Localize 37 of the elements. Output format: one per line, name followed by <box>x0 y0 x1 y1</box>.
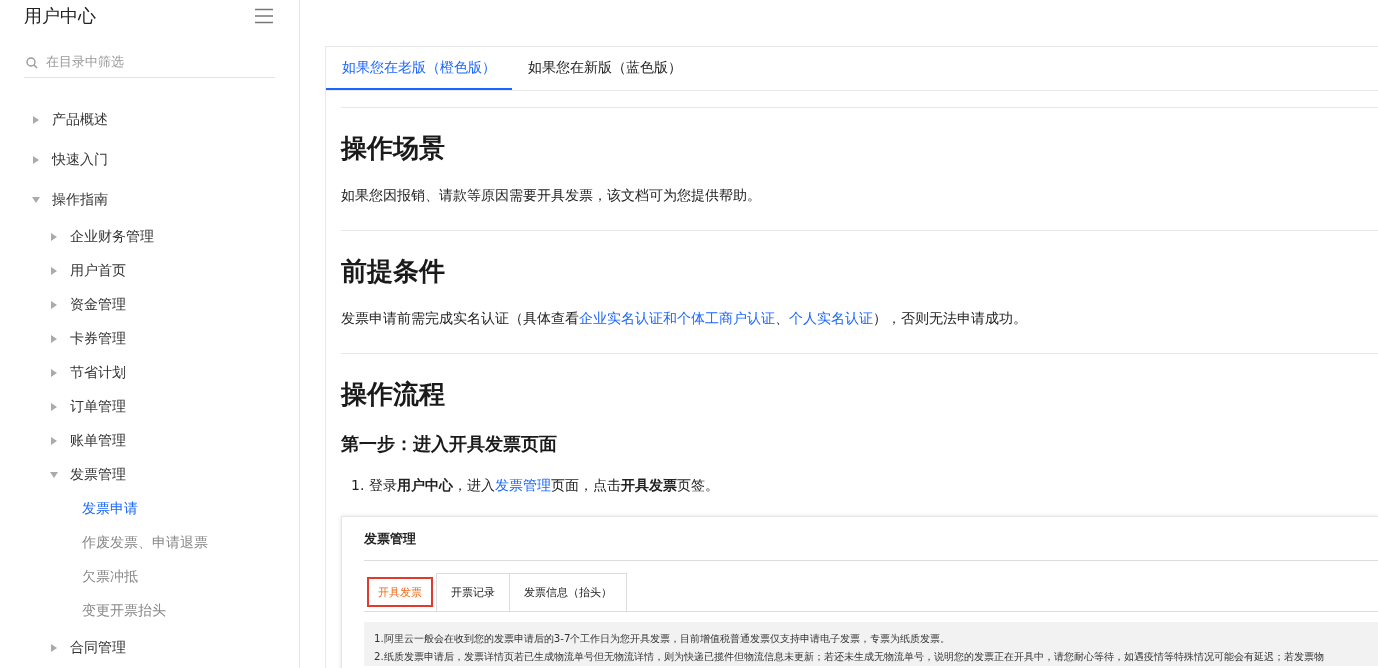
tab[interactable]: 如果您在老版（橙色版） <box>326 47 512 90</box>
link[interactable]: 个人实名认证 <box>789 310 873 326</box>
nav-item[interactable]: 企业财务管理 <box>0 220 299 254</box>
tab[interactable]: 如果您在新版（蓝色版） <box>512 47 698 90</box>
link[interactable]: 企业实名认证和个体工商户认证 <box>579 310 775 326</box>
nav-item[interactable]: 资金管理 <box>0 288 299 322</box>
paragraph: 如果您因报销、请款等原因需要开具发票，该文档可为您提供帮助。 <box>341 186 762 205</box>
nav-item[interactable]: 作废发票、申请退票 <box>0 526 299 560</box>
screenshot-tab[interactable]: 发票信息（抬头） <box>509 573 627 611</box>
list-number: 1. <box>351 476 365 495</box>
notice-text: 1.阿里云一般会在收到您的发票申请后的3-7个工作日为您开具发票，目前增值税普通发票仅支持申请电子发票，专票为纸质发票。 <box>374 632 952 646</box>
screenshot-tab[interactable]: 开票记录 <box>436 573 510 611</box>
section-heading: 前提条件 <box>341 255 446 288</box>
link[interactable]: 发票管理 <box>495 477 552 493</box>
nav-item[interactable]: 欠票冲抵 <box>0 560 299 594</box>
nav-item[interactable]: 账单管理 <box>0 424 299 458</box>
nav-item[interactable]: 发票管理 <box>0 458 299 492</box>
nav-item[interactable]: 操作指南 <box>0 180 299 220</box>
sidebar-title: 用户中心 <box>24 4 96 28</box>
menu-icon[interactable] <box>255 8 273 24</box>
screenshot-title: 发票管理 <box>364 517 1378 561</box>
filter-field[interactable]: 在目录中筛选 <box>24 54 275 78</box>
nav-item[interactable]: 发票申请 <box>0 492 299 526</box>
nav-item[interactable]: 卡券管理 <box>0 322 299 356</box>
section-heading: 操作流程 <box>341 378 446 411</box>
nav-item[interactable]: 节省计划 <box>0 356 299 390</box>
nav-item[interactable]: 快速入门 <box>0 140 299 180</box>
section-heading: 操作场景 <box>341 132 446 165</box>
nav-item[interactable]: 用户首页 <box>0 254 299 288</box>
notice-text: 2.纸质发票申请后，发票详情页若已生成物流单号但无物流详情，则为快递已揽件但物流信息未更新；若还未生成无物流单号，说明您的发票正在开具中，请您耐心等待，如遇疫情等特殊情况可能会有延迟；若发票物 <box>374 650 1325 664</box>
step-heading: 第一步：进入开具发票页面 <box>341 432 558 456</box>
paragraph: 发票申请前需完成实名认证（具体查看企业实名认证和个体工商户认证、个人实名认证），否则无法申请成功。 <box>341 309 1028 328</box>
nav-item[interactable]: 产品概述 <box>0 100 299 140</box>
nav-item[interactable]: 订单管理 <box>0 390 299 424</box>
nav-item[interactable]: 合同管理 <box>0 628 299 668</box>
list-text: 登录用户中心，进入发票管理页面，点击开具发票页签。 <box>369 476 720 495</box>
nav-item[interactable]: 变更开票抬头 <box>0 594 299 628</box>
